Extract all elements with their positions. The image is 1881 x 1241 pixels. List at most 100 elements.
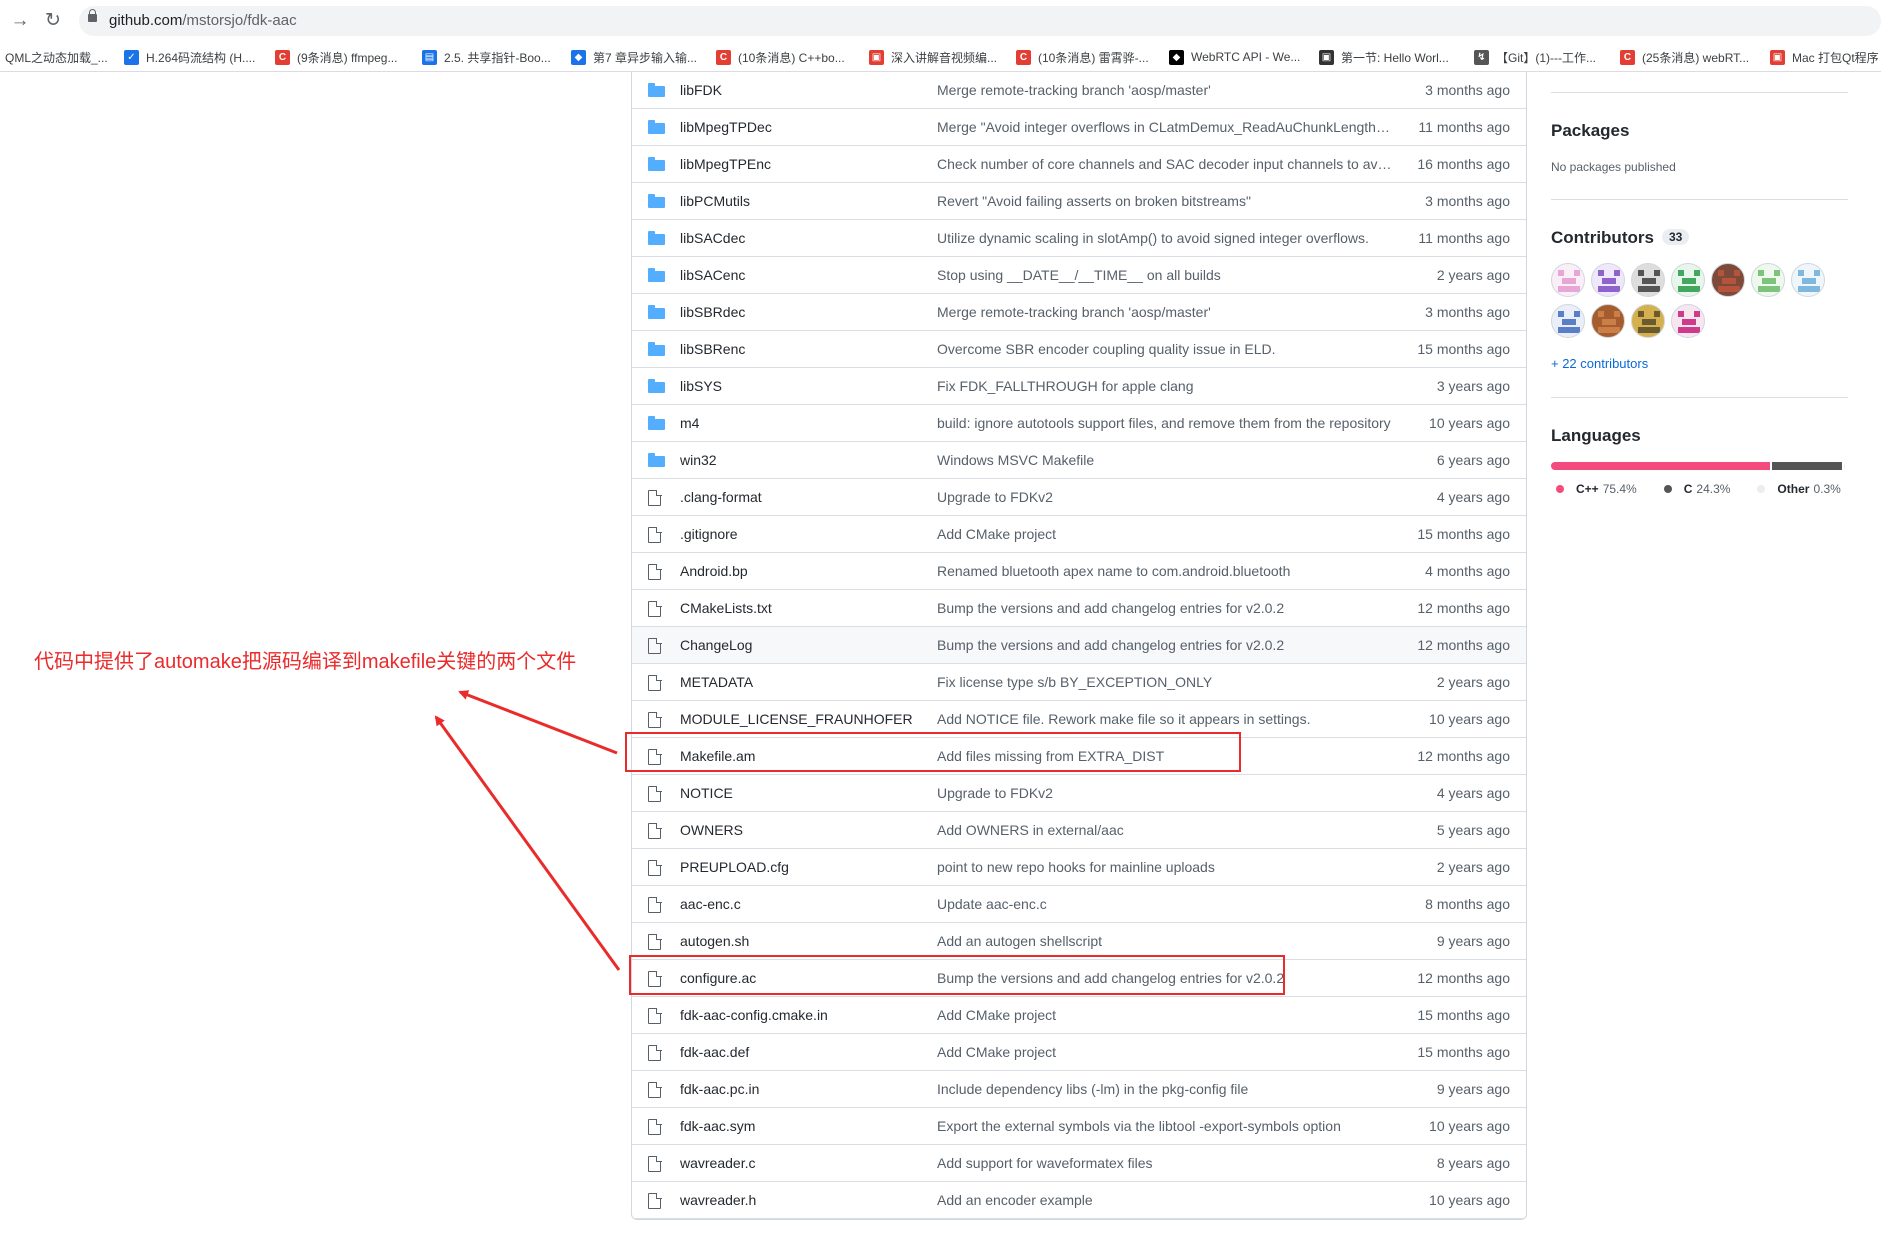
file-row[interactable]: CMakeLists.txt Bump the versions and add … <box>632 590 1526 627</box>
bookmark-item[interactable]: C (25条消息) webRT... <box>1620 48 1749 66</box>
commit-message-link[interactable]: Upgrade to FDKv2 <box>937 785 1053 801</box>
file-row[interactable]: libMpegTPEnc Check number of core channel… <box>632 146 1526 183</box>
commit-message-link[interactable]: Fix license type s/b BY_EXCEPTION_ONLY <box>937 674 1212 690</box>
commit-message-link[interactable]: Add NOTICE file. Rework make file so it … <box>937 711 1310 727</box>
more-contributors-link[interactable]: + 22 contributors <box>1551 356 1648 371</box>
commit-message-link[interactable]: Stop using __DATE__/__TIME__ on all buil… <box>937 267 1221 283</box>
file-name-link[interactable]: libSBRdec <box>680 304 745 320</box>
file-name-link[interactable]: libSACdec <box>680 230 745 246</box>
commit-message-link[interactable]: Merge "Avoid integer overflows in CLatmD… <box>937 119 1393 135</box>
bookmark-item[interactable]: ▣ 深入讲解音视频编... <box>869 48 997 66</box>
commit-message-link[interactable]: Update aac-enc.c <box>937 896 1047 912</box>
file-name-link[interactable]: fdk-aac-config.cmake.in <box>680 1007 828 1023</box>
file-row[interactable]: .gitignore Add CMake project 15 months ago <box>632 516 1526 553</box>
file-row[interactable]: fdk-aac.pc.in Include dependency libs (-l… <box>632 1071 1526 1108</box>
commit-message-link[interactable]: Bump the versions and add changelog entr… <box>937 637 1284 653</box>
bookmark-item[interactable]: C (9条消息) ffmpeg... <box>275 48 397 66</box>
contributor-avatar[interactable] <box>1711 263 1745 297</box>
packages-heading[interactable]: Packages <box>1551 121 1629 141</box>
file-row[interactable]: OWNERS Add OWNERS in external/aac 5 years … <box>632 812 1526 849</box>
language-item[interactable]: C 24.3% <box>1659 482 1730 496</box>
commit-message-link[interactable]: Add OWNERS in external/aac <box>937 822 1124 838</box>
bookmark-item[interactable]: ▣ Mac 打包Qt程序 <box>1770 48 1879 66</box>
file-name-link[interactable]: libMpegTPEnc <box>680 156 771 172</box>
bookmark-item[interactable]: C (10条消息) 雷霄骅-... <box>1016 48 1149 66</box>
file-name-link[interactable]: win32 <box>680 452 717 468</box>
commit-message-link[interactable]: Windows MSVC Makefile <box>937 452 1094 468</box>
file-name-link[interactable]: libPCMutils <box>680 193 750 209</box>
commit-message-link[interactable]: Add support for waveformatex files <box>937 1155 1153 1171</box>
lock-icon[interactable] <box>88 9 97 22</box>
file-name-link[interactable]: libSYS <box>680 378 722 394</box>
commit-message-link[interactable]: Export the external symbols via the libt… <box>937 1118 1341 1134</box>
file-name-link[interactable]: Android.bp <box>680 563 748 579</box>
file-row[interactable]: libSACenc Stop using __DATE__/__TIME__ on… <box>632 257 1526 294</box>
contributor-avatar[interactable] <box>1551 304 1585 338</box>
file-name-link[interactable]: wavreader.h <box>680 1192 756 1208</box>
bookmark-item[interactable]: ◆ WebRTC API - We... <box>1169 48 1300 66</box>
file-name-link[interactable]: .clang-format <box>680 489 762 505</box>
file-name-link[interactable]: MODULE_LICENSE_FRAUNHOFER <box>680 711 913 727</box>
language-item[interactable]: Other 0.3% <box>1752 482 1841 496</box>
file-row[interactable]: wavreader.c Add support for waveformatex … <box>632 1145 1526 1182</box>
file-name-link[interactable]: fdk-aac.pc.in <box>680 1081 759 1097</box>
contributor-avatar[interactable] <box>1591 263 1625 297</box>
file-name-link[interactable]: PREUPLOAD.cfg <box>680 859 789 875</box>
bookmark-item[interactable]: ◆ 第7 章异步输入输... <box>571 48 697 66</box>
file-row[interactable]: libSBRdec Merge remote-tracking branch 'a… <box>632 294 1526 331</box>
contributor-avatar[interactable] <box>1631 263 1665 297</box>
file-row[interactable]: .clang-format Upgrade to FDKv2 4 years ago <box>632 479 1526 516</box>
file-name-link[interactable]: ChangeLog <box>680 637 752 653</box>
commit-message-link[interactable]: build: ignore autotools support files, a… <box>937 415 1391 431</box>
commit-message-link[interactable]: Add an autogen shellscript <box>937 933 1102 949</box>
commit-message-link[interactable]: Utilize dynamic scaling in slotAmp() to … <box>937 230 1369 246</box>
commit-message-link[interactable]: Merge remote-tracking branch 'aosp/maste… <box>937 82 1211 98</box>
file-row[interactable]: libMpegTPDec Merge "Avoid integer overflo… <box>632 109 1526 146</box>
commit-message-link[interactable]: Include dependency libs (-lm) in the pkg… <box>937 1081 1248 1097</box>
file-row[interactable]: PREUPLOAD.cfg point to new repo hooks for… <box>632 849 1526 886</box>
reload-icon[interactable]: ↻ <box>43 11 63 31</box>
file-name-link[interactable]: libSACenc <box>680 267 745 283</box>
commit-message-link[interactable]: Revert "Avoid failing asserts on broken … <box>937 193 1251 209</box>
file-name-link[interactable]: .gitignore <box>680 526 738 542</box>
contributor-avatar[interactable] <box>1591 304 1625 338</box>
bookmark-item[interactable]: C (10条消息) C++bo... <box>716 48 845 66</box>
commit-message-link[interactable]: Add CMake project <box>937 1044 1056 1060</box>
commit-message-link[interactable]: point to new repo hooks for mainline upl… <box>937 859 1215 875</box>
file-name-link[interactable]: fdk-aac.def <box>680 1044 749 1060</box>
commit-message-link[interactable]: Overcome SBR encoder coupling quality is… <box>937 341 1276 357</box>
file-name-link[interactable]: m4 <box>680 415 699 431</box>
file-name-link[interactable]: libSBRenc <box>680 341 745 357</box>
file-row[interactable]: m4 build: ignore autotools support files,… <box>632 405 1526 442</box>
bookmark-item[interactable]: ▤ 2.5. 共享指针-Boo... <box>422 48 551 66</box>
contributor-avatar[interactable] <box>1791 263 1825 297</box>
file-name-link[interactable]: METADATA <box>680 674 753 690</box>
bookmark-item[interactable]: ▣ 第一节: Hello Worl... <box>1319 48 1449 66</box>
file-row[interactable]: fdk-aac.def Add CMake project 15 months ag… <box>632 1034 1526 1071</box>
file-row[interactable]: Android.bp Renamed bluetooth apex name to… <box>632 553 1526 590</box>
commit-message-link[interactable]: Add an encoder example <box>937 1192 1093 1208</box>
file-name-link[interactable]: libFDK <box>680 82 722 98</box>
file-name-link[interactable]: libMpegTPDec <box>680 119 772 135</box>
file-row[interactable]: libSACdec Utilize dynamic scaling in slot… <box>632 220 1526 257</box>
bookmark-item[interactable]: ↯ 【Git】(1)---工作... <box>1474 48 1596 66</box>
file-row[interactable]: libFDK Merge remote-tracking branch 'aosp… <box>632 72 1526 109</box>
bookmark-item[interactable]: QML之动态加载_... <box>5 48 108 66</box>
file-row[interactable]: libPCMutils Revert "Avoid failing asserts… <box>632 183 1526 220</box>
commit-message-link[interactable]: Bump the versions and add changelog entr… <box>937 600 1284 616</box>
language-item[interactable]: C++ 75.4% <box>1551 482 1637 496</box>
contributor-avatar[interactable] <box>1671 263 1705 297</box>
file-row[interactable]: libSBRenc Overcome SBR encoder coupling q… <box>632 331 1526 368</box>
file-name-link[interactable]: wavreader.c <box>680 1155 755 1171</box>
file-row[interactable]: fdk-aac.sym Export the external symbols v… <box>632 1108 1526 1145</box>
file-row[interactable]: ChangeLog Bump the versions and add chang… <box>632 627 1526 664</box>
commit-message-link[interactable]: Merge remote-tracking branch 'aosp/maste… <box>937 304 1211 320</box>
commit-message-link[interactable]: Add CMake project <box>937 526 1056 542</box>
file-row[interactable]: libSYS Fix FDK_FALLTHROUGH for apple clan… <box>632 368 1526 405</box>
arrow-left-icon[interactable]: → <box>10 11 30 31</box>
commit-message-link[interactable]: Upgrade to FDKv2 <box>937 489 1053 505</box>
file-name-link[interactable]: autogen.sh <box>680 933 749 949</box>
file-row[interactable]: win32 Windows MSVC Makefile 6 years ago <box>632 442 1526 479</box>
commit-message-link[interactable]: Check number of core channels and SAC de… <box>937 156 1393 172</box>
address-bar[interactable] <box>79 6 1881 36</box>
